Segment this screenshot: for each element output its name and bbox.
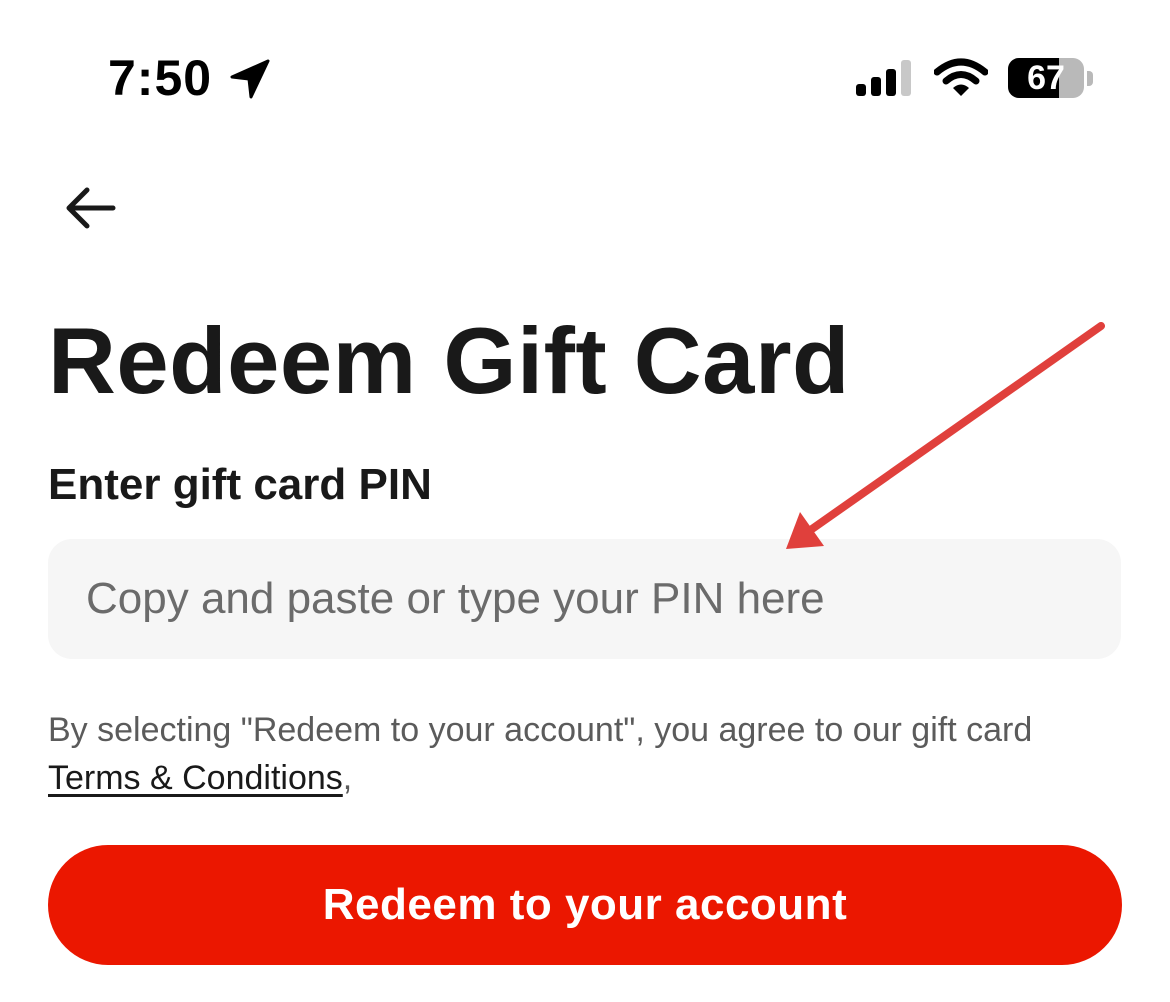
wifi-icon xyxy=(934,58,988,96)
back-button[interactable] xyxy=(52,172,128,244)
cellular-signal-icon xyxy=(856,60,911,96)
arrow-left-icon xyxy=(66,187,116,229)
page-title: Redeem Gift Card xyxy=(48,308,850,413)
status-bar: 7:50 67 xyxy=(0,0,1170,150)
battery-cap xyxy=(1087,71,1093,86)
annotation-arrow-shaft xyxy=(808,322,1105,533)
battery-body: 67 xyxy=(1008,58,1084,98)
redeem-button[interactable]: Redeem to your account xyxy=(48,845,1122,965)
pin-field-label: Enter gift card PIN xyxy=(48,460,432,509)
terms-conditions-link[interactable]: Terms & Conditions xyxy=(48,759,343,797)
battery-level: 67 xyxy=(1027,59,1065,97)
pin-input[interactable] xyxy=(48,539,1121,659)
location-arrow-icon xyxy=(230,59,270,99)
terms-text: By selecting "Redeem to your account", y… xyxy=(48,706,1128,802)
status-time: 7:50 xyxy=(108,50,213,106)
terms-prefix: By selecting "Redeem to your account", y… xyxy=(48,711,1033,749)
terms-suffix: , xyxy=(342,759,353,797)
battery-icon: 67 xyxy=(1008,58,1094,100)
